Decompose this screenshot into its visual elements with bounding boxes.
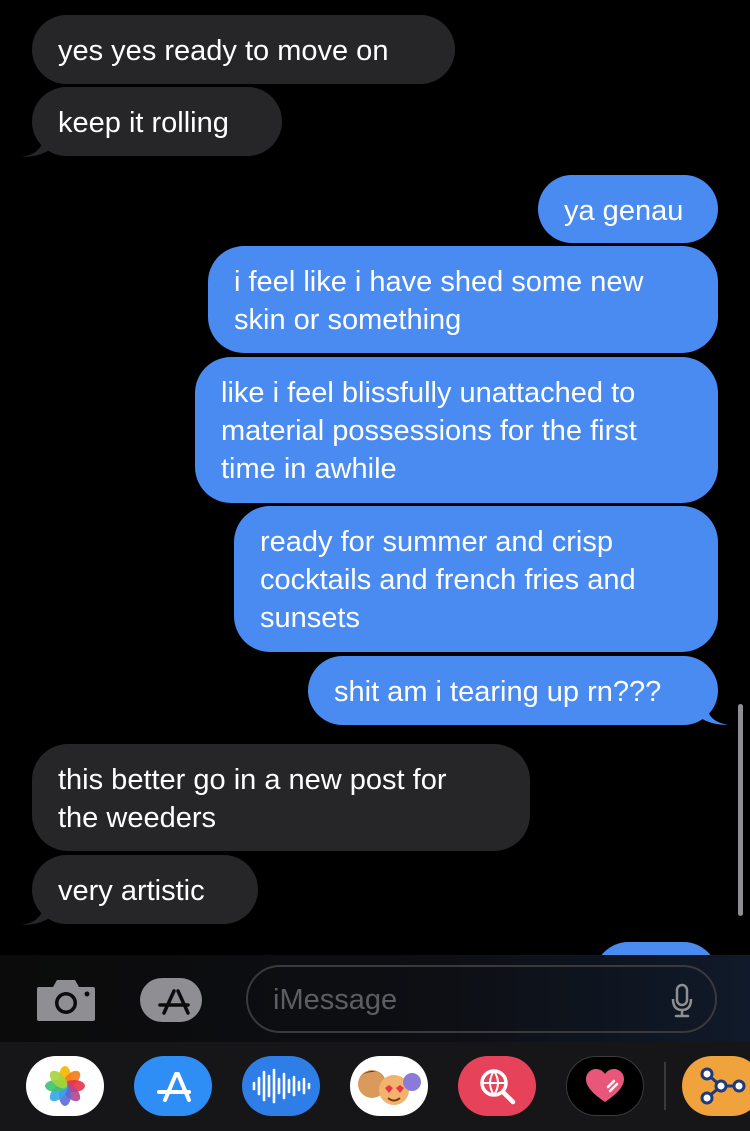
message-text: this better go in a new post for the wee… [58,764,447,834]
message-input-placeholder: iMessage [273,984,398,1016]
globe-magnifier-glyph [480,1069,516,1105]
bubble-tail-incoming [22,900,54,925]
message-bubble-incoming[interactable]: yes yes ready to move on [32,15,455,84]
message-text: yes yes ready to move on [58,35,389,67]
message-bubble-outgoing[interactable]: ya genau [538,175,718,243]
web-image-search-icon[interactable] [458,1056,536,1116]
memoji-faces-glyph [358,1070,421,1105]
heart-glyph [586,1069,624,1102]
tray-divider [664,1062,666,1110]
shortcuts-icon[interactable] [682,1056,750,1116]
message-text: i feel like i have shed some new skin or… [234,266,644,336]
bubble-tail-incoming [22,132,54,157]
photos-flower-glyph [45,1066,85,1106]
network-nodes-glyph [700,1067,746,1105]
message-input[interactable]: iMessage [246,965,717,1033]
message-text: ready for summer and crisp cocktails and… [260,526,636,634]
message-bubble-incoming[interactable]: this better go in a new post for the wee… [32,744,530,851]
app-drawer [0,1042,750,1131]
message-bubble-outgoing[interactable]: like i feel blissfully unattached to mat… [195,357,718,503]
message-text: ya genau [564,195,684,227]
message-bubble-outgoing[interactable]: shit am i tearing up rn??? [308,656,718,725]
app-store-icon[interactable] [134,1056,212,1116]
app-store-icon[interactable] [138,977,214,1023]
message-bubble-outgoing[interactable]: i feel like i have shed some new skin or… [208,246,718,353]
photos-icon[interactable] [26,1056,104,1116]
audio-message-icon[interactable] [242,1056,320,1116]
waveform-glyph [252,1068,311,1104]
app-store-glyph [157,1072,191,1102]
message-bubble-outgoing[interactable]: ready for summer and crisp cocktails and… [234,506,718,652]
message-bubble-outgoing-partial[interactable] [594,942,718,955]
message-text: shit am i tearing up rn??? [334,676,662,708]
message-text: keep it rolling [58,107,229,139]
compose-bar: iMessage [0,955,750,1042]
digital-touch-icon[interactable] [566,1056,644,1116]
message-text: like i feel blissfully unattached to mat… [221,377,637,485]
bubble-tail-outgoing [696,700,728,725]
memoji-icon[interactable] [350,1056,428,1116]
message-text: very artistic [58,875,205,907]
camera-icon[interactable] [35,975,97,1023]
scroll-indicator[interactable] [738,704,743,916]
message-bubble-incoming[interactable]: keep it rolling [32,87,282,156]
message-thread[interactable]: yes yes ready to move on keep it rolling… [0,0,750,955]
microphone-icon[interactable] [671,983,693,1019]
message-bubble-incoming[interactable]: very artistic [32,855,258,924]
